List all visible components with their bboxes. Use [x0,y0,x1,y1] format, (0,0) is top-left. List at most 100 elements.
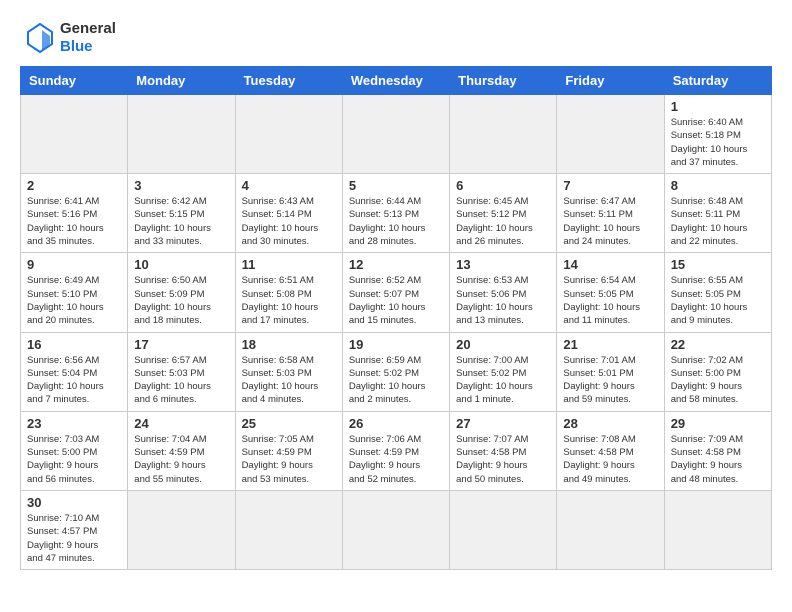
calendar-cell: 15Sunrise: 6:55 AM Sunset: 5:05 PM Dayli… [664,253,771,332]
calendar-cell: 13 Sunrise: 6:53 AM Sunset: 5:06 PM Dayli… [450,253,557,332]
day-number: 2 [27,178,121,193]
calendar-cell [128,95,235,174]
day-info: Sunrise: 6:41 AM Sunset: 5:16 PM Dayligh… [27,195,121,248]
day-number: 6 [456,178,550,193]
day-number: 22 [671,337,765,352]
day-number: 7 [563,178,657,193]
day-info: Sunrise: 6:50 AM Sunset: 5:09 PM Dayligh… [134,274,228,327]
calendar-row: 16 Sunrise: 6:56 AM Sunset: 5:04 PM Dayli… [21,332,772,411]
day-number: 13 [456,257,550,272]
day-number: 21 [563,337,657,352]
day-number: 20 [456,337,550,352]
weekday-header-friday: Friday [557,67,664,95]
calendar-row: 30 Sunrise: 7:10 AM Sunset: 4:57 PM Dayli… [21,490,772,569]
calendar-cell: 6Sunrise: 6:45 AM Sunset: 5:12 PM Daylig… [450,174,557,253]
day-number: 1 [671,99,765,114]
calendar-cell [342,95,449,174]
day-number: 23 [27,416,121,431]
calendar-cell: 5 Sunrise: 6:44 AM Sunset: 5:13 PM Daylig… [342,174,449,253]
calendar-table: SundayMondayTuesdayWednesdayThursdayFrid… [20,66,772,570]
logo-icon [20,20,56,56]
calendar-cell [235,95,342,174]
calendar-cell: 21 Sunrise: 7:01 AM Sunset: 5:01 PM Dayli… [557,332,664,411]
calendar-cell: 2 Sunrise: 6:41 AM Sunset: 5:16 PM Daylig… [21,174,128,253]
calendar-cell: 1 Sunrise: 6:40 AM Sunset: 5:18 PM Daylig… [664,95,771,174]
calendar-cell: 30 Sunrise: 7:10 AM Sunset: 4:57 PM Dayli… [21,490,128,569]
day-info: Sunrise: 6:57 AM Sunset: 5:03 PM Dayligh… [134,354,228,407]
day-number: 10 [134,257,228,272]
day-number: 15 [671,257,765,272]
calendar-cell [450,95,557,174]
day-info: Sunrise: 7:00 AM Sunset: 5:02 PM Dayligh… [456,354,550,407]
day-number: 27 [456,416,550,431]
day-info: Sunrise: 7:02 AM Sunset: 5:00 PM Dayligh… [671,354,765,407]
weekday-header-wednesday: Wednesday [342,67,449,95]
calendar-cell [342,490,449,569]
calendar-cell: 12Sunrise: 6:52 AM Sunset: 5:07 PM Dayli… [342,253,449,332]
page-header: GeneralBlue [20,20,772,56]
calendar-cell: 19Sunrise: 6:59 AM Sunset: 5:02 PM Dayli… [342,332,449,411]
day-info: Sunrise: 7:10 AM Sunset: 4:57 PM Dayligh… [27,512,121,565]
day-info: Sunrise: 6:42 AM Sunset: 5:15 PM Dayligh… [134,195,228,248]
day-number: 14 [563,257,657,272]
weekday-header-tuesday: Tuesday [235,67,342,95]
day-number: 8 [671,178,765,193]
calendar-cell: 24 Sunrise: 7:04 AM Sunset: 4:59 PM Dayli… [128,411,235,490]
day-number: 29 [671,416,765,431]
weekday-header-monday: Monday [128,67,235,95]
day-info: Sunrise: 6:44 AM Sunset: 5:13 PM Dayligh… [349,195,443,248]
calendar-cell [128,490,235,569]
day-number: 26 [349,416,443,431]
day-number: 5 [349,178,443,193]
day-number: 3 [134,178,228,193]
calendar-cell: 29 Sunrise: 7:09 AM Sunset: 4:58 PM Dayli… [664,411,771,490]
day-info: Sunrise: 6:43 AM Sunset: 5:14 PM Dayligh… [242,195,336,248]
calendar-cell: 8 Sunrise: 6:48 AM Sunset: 5:11 PM Daylig… [664,174,771,253]
day-info: Sunrise: 6:58 AM Sunset: 5:03 PM Dayligh… [242,354,336,407]
day-number: 16 [27,337,121,352]
calendar-cell: 26 Sunrise: 7:06 AM Sunset: 4:59 PM Dayli… [342,411,449,490]
logo-graphic: GeneralBlue [20,20,116,56]
calendar-cell: 22 Sunrise: 7:02 AM Sunset: 5:00 PM Dayli… [664,332,771,411]
day-info: Sunrise: 6:59 AM Sunset: 5:02 PM Dayligh… [349,354,443,407]
calendar-cell: 9Sunrise: 6:49 AM Sunset: 5:10 PM Daylig… [21,253,128,332]
calendar-cell: 25 Sunrise: 7:05 AM Sunset: 4:59 PM Dayli… [235,411,342,490]
day-number: 11 [242,257,336,272]
day-info: Sunrise: 7:05 AM Sunset: 4:59 PM Dayligh… [242,433,336,486]
calendar-cell: 28Sunrise: 7:08 AM Sunset: 4:58 PM Dayli… [557,411,664,490]
day-info: Sunrise: 6:51 AM Sunset: 5:08 PM Dayligh… [242,274,336,327]
day-info: Sunrise: 6:54 AM Sunset: 5:05 PM Dayligh… [563,274,657,327]
calendar-cell [21,95,128,174]
calendar-cell [235,490,342,569]
day-info: Sunrise: 6:48 AM Sunset: 5:11 PM Dayligh… [671,195,765,248]
day-number: 25 [242,416,336,431]
day-info: Sunrise: 7:06 AM Sunset: 4:59 PM Dayligh… [349,433,443,486]
day-number: 30 [27,495,121,510]
day-info: Sunrise: 6:47 AM Sunset: 5:11 PM Dayligh… [563,195,657,248]
day-info: Sunrise: 7:09 AM Sunset: 4:58 PM Dayligh… [671,433,765,486]
weekday-header-thursday: Thursday [450,67,557,95]
day-info: Sunrise: 6:40 AM Sunset: 5:18 PM Dayligh… [671,116,765,169]
day-number: 4 [242,178,336,193]
calendar-row: 2 Sunrise: 6:41 AM Sunset: 5:16 PM Daylig… [21,174,772,253]
calendar-cell: 17 Sunrise: 6:57 AM Sunset: 5:03 PM Dayli… [128,332,235,411]
day-info: Sunrise: 7:01 AM Sunset: 5:01 PM Dayligh… [563,354,657,407]
calendar-cell: 16 Sunrise: 6:56 AM Sunset: 5:04 PM Dayli… [21,332,128,411]
day-info: Sunrise: 6:53 AM Sunset: 5:06 PM Dayligh… [456,274,550,327]
calendar-cell: 3 Sunrise: 6:42 AM Sunset: 5:15 PM Daylig… [128,174,235,253]
calendar-cell [450,490,557,569]
calendar-cell: 27 Sunrise: 7:07 AM Sunset: 4:58 PM Dayli… [450,411,557,490]
calendar-cell [664,490,771,569]
day-number: 18 [242,337,336,352]
day-number: 17 [134,337,228,352]
day-info: Sunrise: 6:56 AM Sunset: 5:04 PM Dayligh… [27,354,121,407]
calendar-cell: 14 Sunrise: 6:54 AM Sunset: 5:05 PM Dayli… [557,253,664,332]
day-number: 24 [134,416,228,431]
logo-text: GeneralBlue [60,20,116,56]
calendar-cell: 23Sunrise: 7:03 AM Sunset: 5:00 PM Dayli… [21,411,128,490]
day-number: 28 [563,416,657,431]
weekday-header-row: SundayMondayTuesdayWednesdayThursdayFrid… [21,67,772,95]
calendar-cell: 18 Sunrise: 6:58 AM Sunset: 5:03 PM Dayli… [235,332,342,411]
day-info: Sunrise: 7:04 AM Sunset: 4:59 PM Dayligh… [134,433,228,486]
day-info: Sunrise: 7:07 AM Sunset: 4:58 PM Dayligh… [456,433,550,486]
